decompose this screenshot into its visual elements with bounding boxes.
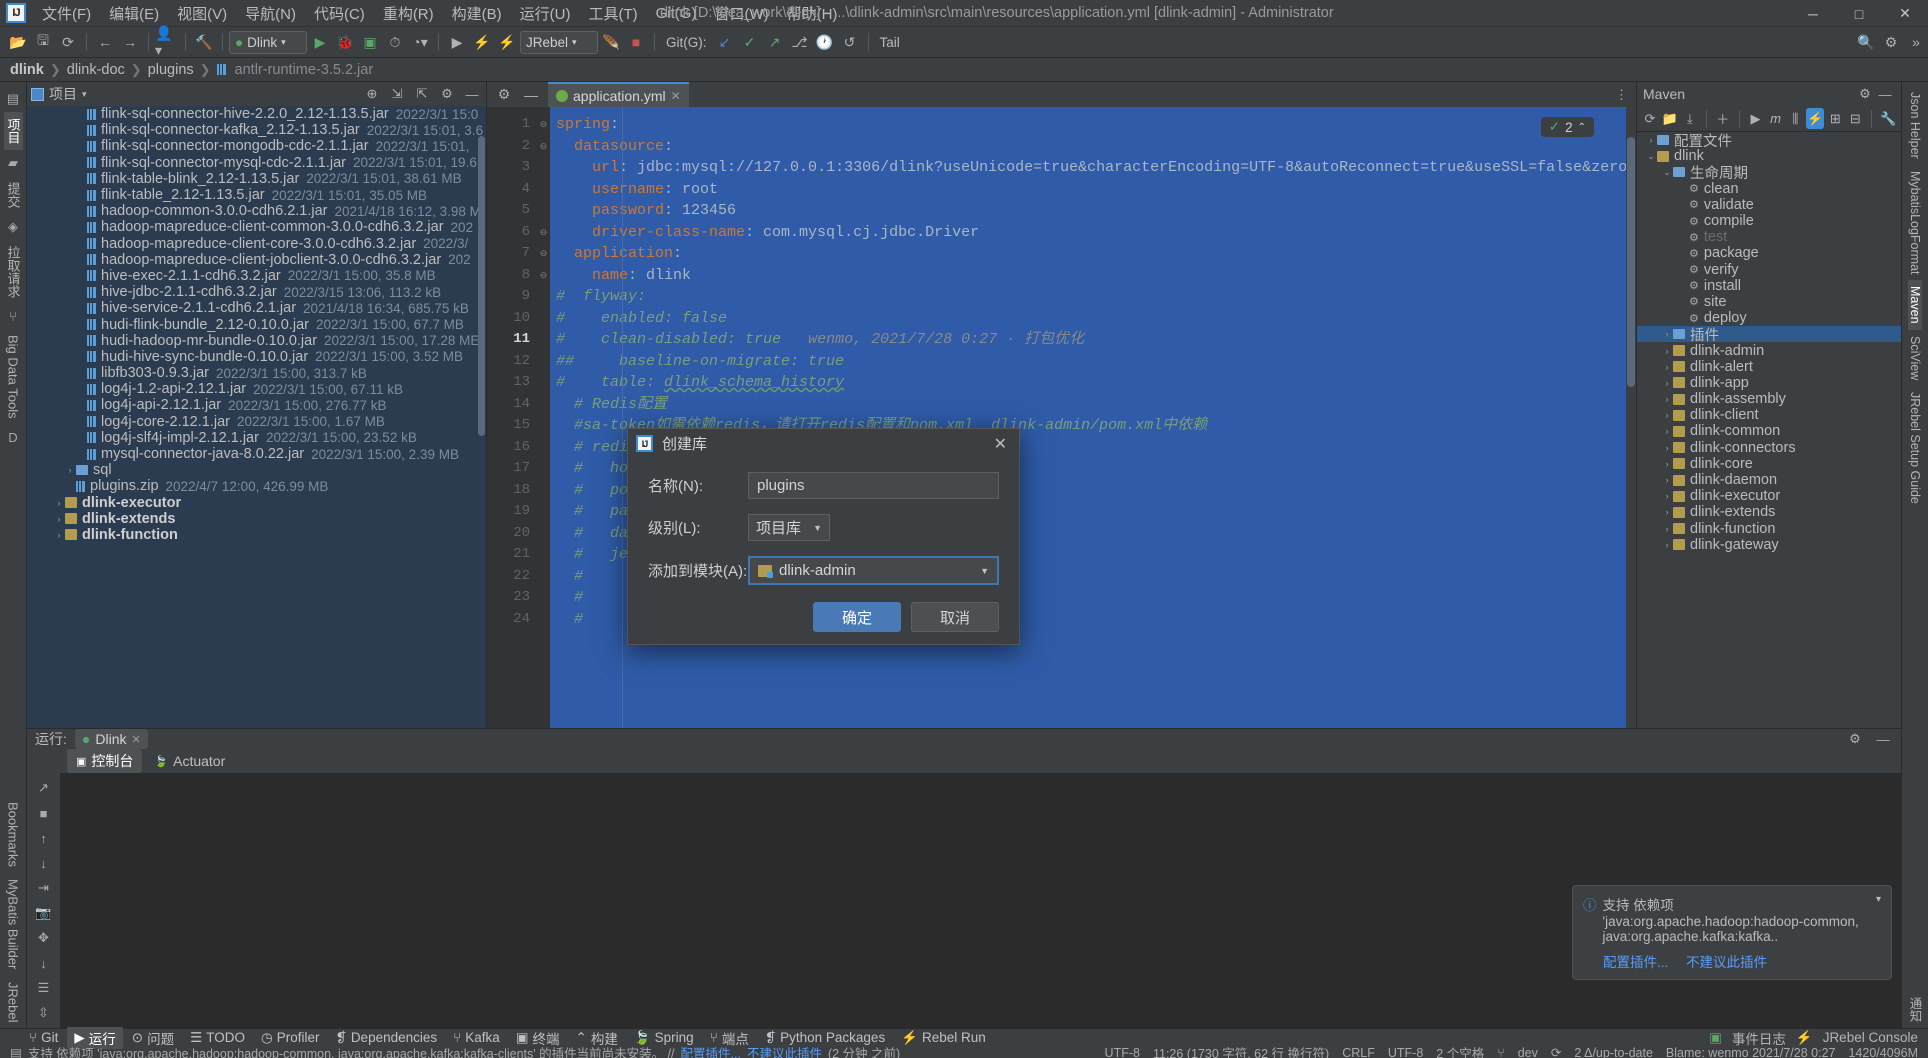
create-library-dialog: IJ 创建库 ✕ 名称(N): plugins 级别(L): 项目库 ▼ 添加到… [627, 428, 1020, 645]
name-row: 名称(N): plugins [648, 472, 999, 499]
status-bar-indicators: UTF-8 11:26 (1730 字符, 62 行 换行符) CRLF UTF… [1105, 1043, 1928, 1058]
chevron-down-icon: ▼ [813, 522, 822, 533]
module-select[interactable]: dlink-admin ▼ [748, 556, 999, 585]
status-link-dismiss[interactable]: 不建议此插件 [747, 1043, 822, 1058]
dialog-title: 创建库 [662, 436, 708, 453]
file-encoding[interactable]: UTF-8 [1388, 1046, 1423, 1058]
cancel-button[interactable]: 取消 [911, 602, 999, 632]
app-logo-icon: IJ [636, 435, 653, 452]
module-value: dlink-admin [779, 562, 856, 579]
library-name-input[interactable]: plugins [748, 472, 999, 499]
level-label: 级别(L): [648, 520, 701, 537]
status-link-configure[interactable]: 配置插件... [681, 1043, 741, 1058]
status-message: 支持 依赖项 'java:org.apache.hadoop:hadoop-co… [27, 1047, 675, 1058]
status-bar: ⑂ Git ▶ 运行 ⊙ 问题 ☰ TODO ◷ Profiler ❡ Dependencies ⑂ Ka… [0, 1026, 1928, 1058]
update-status-icon: ⟳ [1550, 1046, 1562, 1058]
chevron-down-icon: ▼ [980, 565, 989, 576]
caret-position[interactable]: 11:26 (1730 字符, 62 行 换行符) [1153, 1043, 1329, 1058]
branch-icon: ⑂ [1497, 1045, 1505, 1058]
update-status[interactable]: 2 Δ/up-to-date [1574, 1046, 1653, 1058]
module-row: 添加到模块(A): dlink-admin ▼ [648, 556, 999, 585]
indent-setting[interactable]: 2 个空格 [1436, 1043, 1484, 1058]
module-label: 添加到模块(A): [648, 563, 748, 580]
level-value: 项目库 [756, 520, 802, 537]
dialog-buttons: 确定 取消 [648, 600, 999, 632]
dialog-header: IJ 创建库 ✕ [628, 429, 1019, 458]
git-branch[interactable]: dev [1518, 1046, 1538, 1058]
tool-label: Rebel Run [922, 1030, 986, 1045]
level-select[interactable]: 项目库 ▼ [748, 514, 830, 541]
module-icon [758, 564, 773, 578]
status-tool-rebel-run[interactable]: ⚡ Rebel Run [894, 1029, 993, 1047]
blame-info: Blame: wenmo 2021/7/28 0:27 [1665, 1045, 1836, 1058]
message-icon: ▤ [10, 1046, 22, 1058]
modal-overlay: IJ 创建库 ✕ 名称(N): plugins 级别(L): 项目库 ▼ 添加到… [0, 0, 1928, 1058]
dialog-body: 名称(N): plugins 级别(L): 项目库 ▼ 添加到模块(A): dl… [628, 458, 1019, 644]
status-bar-message-row: ▤ 支持 依赖项 'java:org.apache.hadoop:hadoop-… [0, 1046, 1928, 1058]
line-separator[interactable]: CRLF [1342, 1046, 1375, 1058]
name-label: 名称(N): [648, 478, 703, 495]
memory-indicator[interactable]: 1420/4096M [1848, 1046, 1918, 1058]
dialog-close-button[interactable]: ✕ [990, 434, 1011, 454]
status-message-time: (2 分钟 之前) [827, 1047, 901, 1058]
tool-icon: ⚡ [901, 1029, 919, 1045]
level-row: 级别(L): 项目库 ▼ [648, 514, 999, 541]
ok-button[interactable]: 确定 [813, 602, 901, 632]
encoding-indicator[interactable]: UTF-8 [1105, 1046, 1140, 1058]
